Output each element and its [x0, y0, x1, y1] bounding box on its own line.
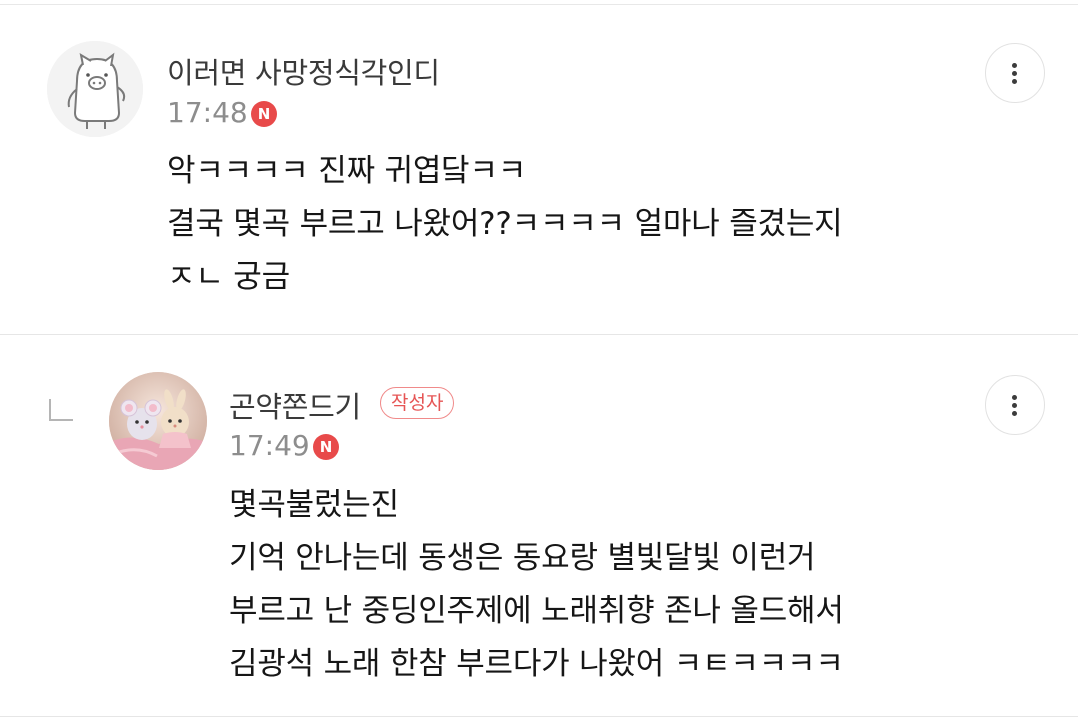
- comment-item: 이러면 사망정식각인디 17:48 N 악ㅋㅋㅋㅋ 진짜 귀엽닼ㅋㅋ 결국 몇곡…: [0, 0, 1078, 334]
- comment-line: 부르고 난 중딩인주제에 노래취향 존나 올드해서: [229, 593, 844, 629]
- new-badge: N: [251, 101, 277, 127]
- comment-line: ㅈㄴ 궁금: [167, 259, 290, 295]
- reply-arrow-icon: [49, 399, 73, 421]
- comment-line: 기억 안나는데 동생은 동요랑 별빛달빛 이런거: [229, 540, 816, 576]
- comment-author-name[interactable]: 이러면 사망정식각인디: [167, 50, 440, 92]
- comment-time: 17:48: [167, 96, 248, 129]
- avatar[interactable]: [47, 41, 143, 137]
- avatar[interactable]: [109, 372, 207, 470]
- more-options-button[interactable]: [985, 375, 1045, 435]
- comment-line: 악ㅋㅋㅋㅋ 진짜 귀엽닼ㅋㅋ: [167, 153, 527, 189]
- author-badge: 작성자: [380, 387, 455, 419]
- comment-line: 몇곡불렀는진: [229, 487, 399, 523]
- comment-divider: [0, 716, 1078, 717]
- comment-time: 17:49: [229, 429, 310, 462]
- new-badge: N: [313, 434, 339, 460]
- comment-body: 악ㅋㅋㅋㅋ 진짜 귀엽닼ㅋㅋ 결국 몇곡 부르고 나왔어??ㅋㅋㅋㅋ 얼마나 즐…: [167, 145, 843, 304]
- comment-line: 결국 몇곡 부르고 나왔어??ㅋㅋㅋㅋ 얼마나 즐겼는지: [167, 206, 843, 242]
- mouse-and-rabbit-figurine-avatar-icon: [109, 372, 207, 470]
- comment-line: 김광석 노래 한참 부르다가 나왔어 ㅋㅌㅋㅋㅋㅋ: [229, 646, 844, 682]
- pig-character-avatar-icon: [47, 41, 143, 137]
- comment-body: 몇곡불렀는진 기억 안나는데 동생은 동요랑 별빛달빛 이런거 부르고 난 중딩…: [229, 479, 844, 691]
- comment-author-name[interactable]: 곤약쫀드기: [229, 384, 361, 426]
- more-options-button[interactable]: [985, 43, 1045, 103]
- reply-comment-item: 곤약쫀드기 작성자 17:49 N 몇곡불렀는진 기억 안나는데 동생은 동요랑…: [0, 335, 1078, 719]
